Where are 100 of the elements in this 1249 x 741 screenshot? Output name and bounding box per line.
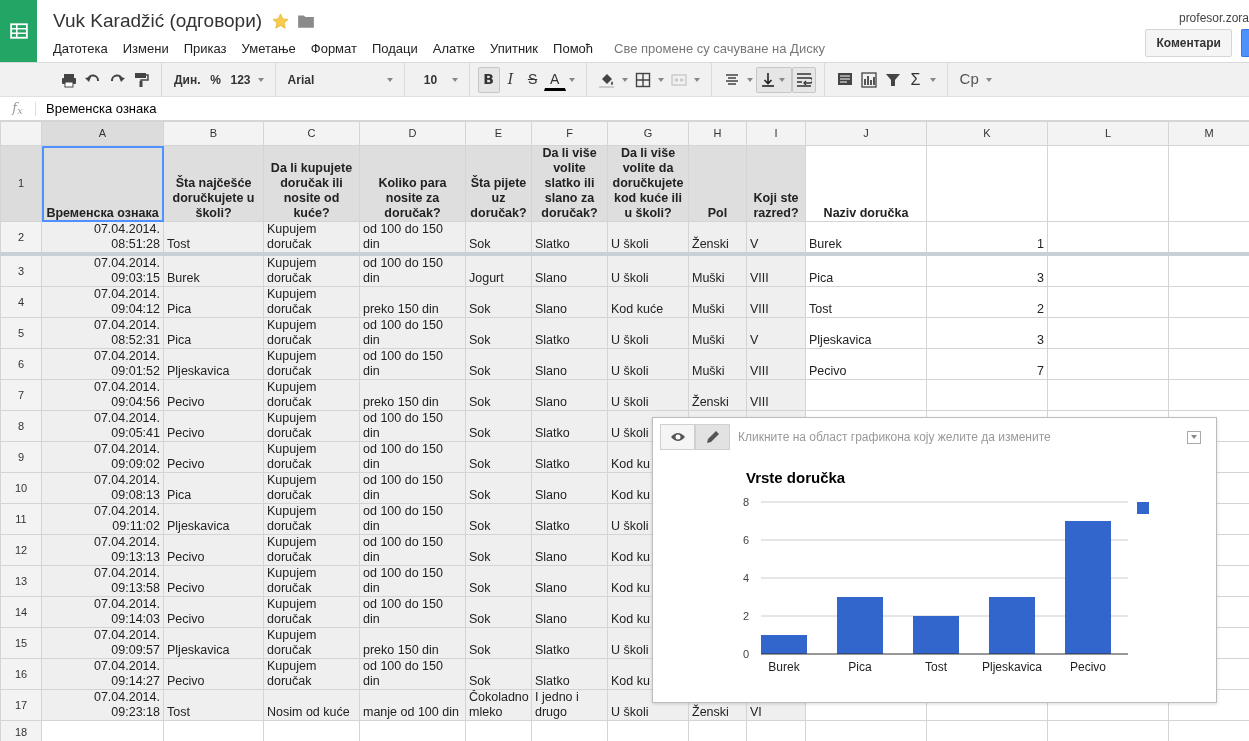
row-header[interactable]: 12 bbox=[0, 534, 42, 566]
table-cell: Kupujem doručak bbox=[263, 627, 360, 659]
row-header[interactable]: 17 bbox=[0, 689, 42, 721]
row-header[interactable]: 18 bbox=[0, 720, 42, 741]
table-cell: U školi bbox=[607, 348, 689, 380]
table-cell: 7 bbox=[926, 348, 1048, 380]
chart-mode-button[interactable] bbox=[695, 424, 730, 450]
align-center-icon[interactable] bbox=[723, 71, 740, 88]
menu-item[interactable]: Измени bbox=[122, 39, 169, 59]
input-tools-button[interactable]: Ср bbox=[955, 66, 983, 93]
row-header[interactable]: 16 bbox=[0, 658, 42, 690]
sum-button[interactable]: Σ bbox=[904, 66, 927, 93]
menu-item[interactable]: Датотека bbox=[53, 39, 108, 59]
row-header[interactable]: 11 bbox=[0, 503, 42, 535]
format-button[interactable]: Дин. bbox=[170, 66, 205, 93]
format-button[interactable]: % bbox=[204, 66, 227, 93]
user-email[interactable]: profesor.zora bbox=[1178, 9, 1249, 27]
merge-cells-icon[interactable] bbox=[670, 71, 687, 88]
chart-mode-button[interactable] bbox=[660, 424, 695, 450]
column-header[interactable]: C bbox=[263, 121, 360, 146]
row-header[interactable]: 7 bbox=[0, 379, 42, 411]
column-header[interactable]: K bbox=[926, 121, 1048, 146]
caret-icon[interactable] bbox=[257, 77, 264, 82]
table-cell: Naziv doručka bbox=[805, 145, 927, 222]
menu-item[interactable]: Приказ bbox=[183, 39, 227, 59]
bar-chart-icon[interactable] bbox=[860, 71, 877, 88]
table-cell: 07.04.2014. 09:14:27 bbox=[41, 658, 164, 690]
format-toggle[interactable]: S bbox=[521, 66, 544, 93]
caret-icon[interactable] bbox=[746, 77, 753, 82]
table-cell: Muški bbox=[688, 286, 747, 318]
table-cell: Sok bbox=[465, 596, 532, 628]
column-header[interactable]: D bbox=[359, 121, 466, 146]
column-header[interactable]: B bbox=[163, 121, 264, 146]
paint-bucket-icon[interactable] bbox=[598, 71, 615, 88]
table-cell: Tost bbox=[163, 689, 264, 721]
row-header[interactable]: 8 bbox=[0, 410, 42, 442]
format-button[interactable]: 123 bbox=[226, 66, 255, 93]
font-dropdown[interactable]: Arial bbox=[283, 66, 384, 93]
format-toggle[interactable]: A bbox=[543, 68, 566, 91]
menu-item[interactable]: Формат bbox=[310, 39, 357, 59]
menu-item[interactable]: Алатке bbox=[432, 39, 475, 59]
column-header[interactable]: H bbox=[688, 121, 747, 146]
row-header[interactable]: 9 bbox=[0, 441, 42, 473]
text-wrap-icon[interactable] bbox=[795, 71, 812, 88]
menu-item[interactable]: Упитник bbox=[490, 39, 539, 59]
table-cell: 07.04.2014. 09:01:52 bbox=[41, 348, 164, 380]
menu-item[interactable]: Подаци bbox=[371, 39, 418, 59]
column-header[interactable]: E bbox=[465, 121, 532, 146]
comments-button[interactable]: Коментари bbox=[1145, 29, 1232, 57]
table-cell: Slano bbox=[531, 348, 608, 380]
row-header[interactable]: 5 bbox=[0, 317, 42, 349]
row-header[interactable]: 1 bbox=[0, 145, 42, 222]
column-header[interactable]: A bbox=[41, 121, 164, 146]
pencil-icon bbox=[704, 429, 721, 445]
star-icon[interactable] bbox=[272, 12, 290, 30]
row-header[interactable]: 4 bbox=[0, 286, 42, 318]
menu-item[interactable]: Помоћ bbox=[553, 39, 594, 59]
row-header[interactable]: 3 bbox=[0, 254, 42, 287]
caret-icon[interactable] bbox=[985, 77, 992, 82]
vertical-align-button[interactable] bbox=[755, 66, 792, 93]
row-header[interactable]: 10 bbox=[0, 472, 42, 504]
table-cell: Sok bbox=[465, 658, 532, 690]
spreadsheet-icon[interactable] bbox=[9, 22, 28, 40]
filter-icon[interactable] bbox=[884, 71, 901, 88]
format-toggle[interactable]: I bbox=[499, 66, 522, 93]
format-toggle[interactable]: B bbox=[477, 66, 500, 93]
paint-roller-icon[interactable] bbox=[133, 71, 149, 88]
chart-panel[interactable]: Кликните на област графикона коју желите да измените Vrste doručka 0 2 4 6 8 Burek Pica Tost Pljeskavica Pecivo bbox=[652, 417, 1217, 703]
row-header[interactable]: 15 bbox=[0, 627, 42, 659]
column-header[interactable]: J bbox=[805, 121, 927, 146]
caret-icon[interactable] bbox=[451, 77, 458, 82]
table-cell: Slano bbox=[531, 254, 608, 287]
row-header[interactable]: 14 bbox=[0, 596, 42, 628]
column-header[interactable]: I bbox=[746, 121, 806, 146]
column-header[interactable]: L bbox=[1047, 121, 1169, 146]
borders-icon[interactable] bbox=[634, 71, 651, 88]
print-icon[interactable] bbox=[61, 71, 77, 88]
folder-icon[interactable] bbox=[297, 12, 316, 30]
column-header[interactable]: G bbox=[607, 121, 689, 146]
table-cell: Ženski bbox=[688, 379, 747, 411]
caret-icon[interactable] bbox=[386, 77, 393, 82]
column-header[interactable]: F bbox=[531, 121, 608, 146]
comment-icon[interactable] bbox=[836, 71, 853, 88]
table-cell: Čokoladno mleko bbox=[465, 689, 532, 721]
table-cell: Sok bbox=[465, 286, 532, 318]
caret-icon[interactable] bbox=[693, 77, 700, 82]
row-header[interactable]: 2 bbox=[0, 221, 42, 254]
row-header[interactable]: 6 bbox=[0, 348, 42, 380]
column-header[interactable]: M bbox=[1168, 121, 1249, 146]
dropdown-button[interactable] bbox=[1187, 430, 1201, 444]
row-header[interactable]: 13 bbox=[0, 565, 42, 597]
table-cell: Sok bbox=[465, 503, 532, 535]
caret-icon[interactable] bbox=[568, 77, 575, 82]
caret-icon[interactable] bbox=[657, 77, 664, 82]
table-cell: Kupujem doručak bbox=[263, 441, 360, 473]
font-size-dropdown[interactable]: 10 bbox=[412, 66, 449, 93]
menu-item[interactable]: Уметање bbox=[241, 39, 296, 59]
table-cell: Kupujem doručak bbox=[263, 565, 360, 597]
caret-icon[interactable] bbox=[621, 77, 628, 82]
caret-icon[interactable] bbox=[929, 77, 936, 82]
